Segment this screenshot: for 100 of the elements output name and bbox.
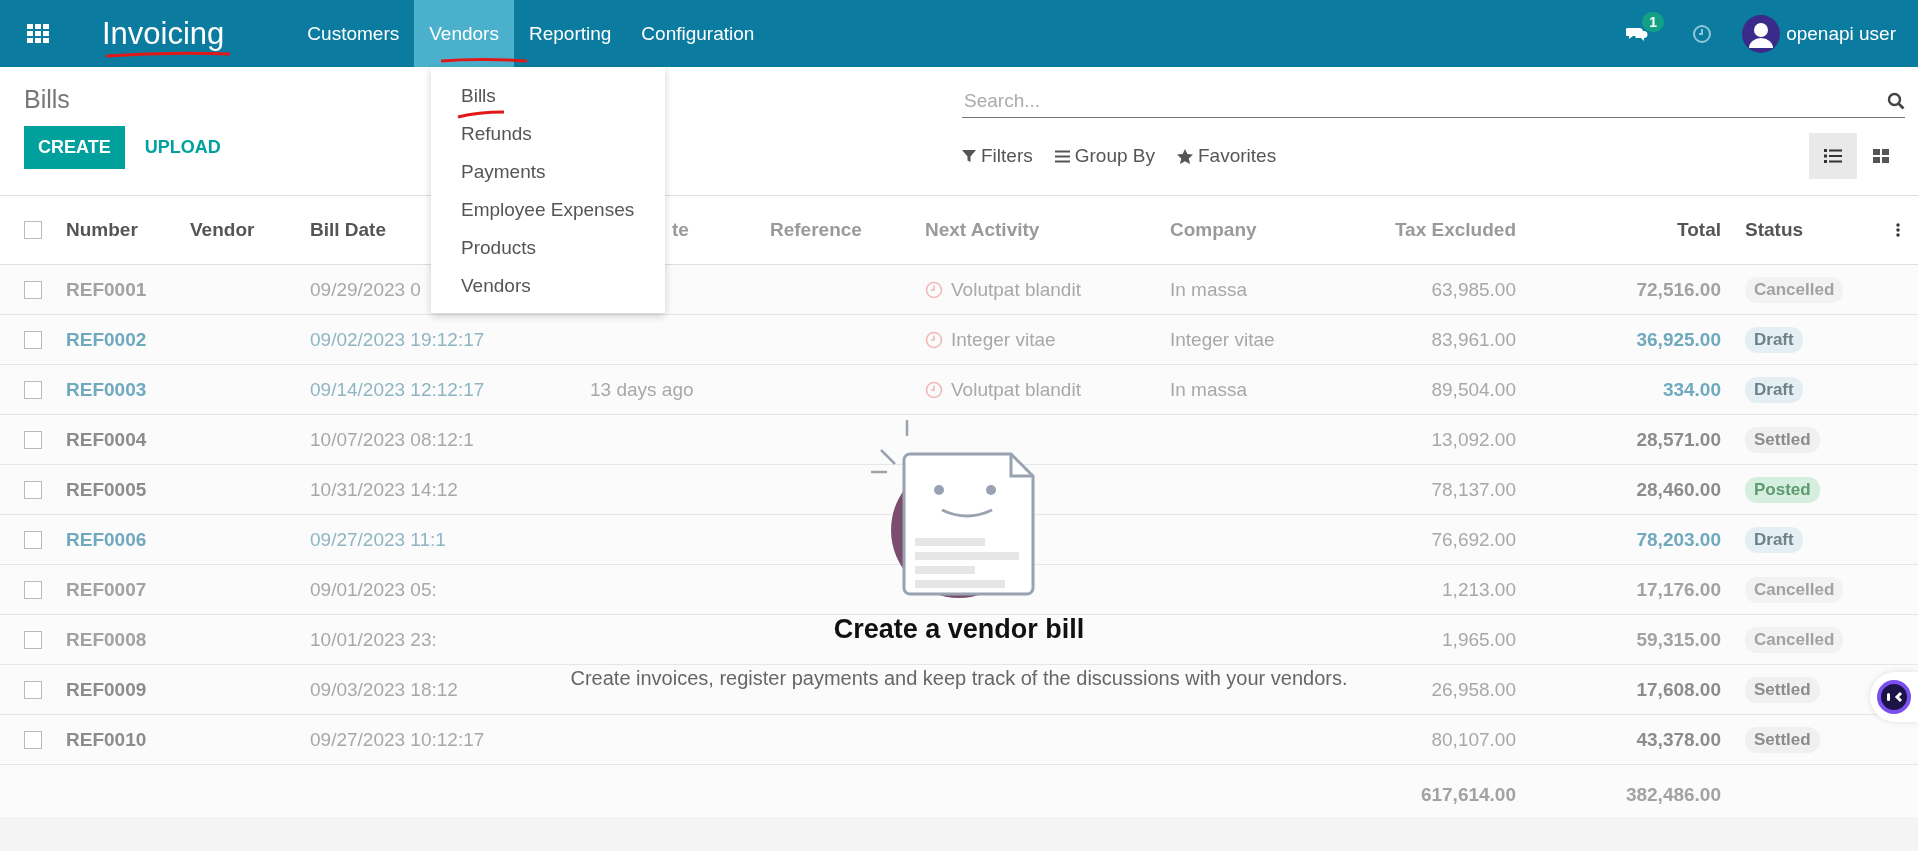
list-icon xyxy=(1824,149,1842,163)
table-cell: REF0007 xyxy=(66,578,147,601)
row-checkbox[interactable] xyxy=(24,380,42,399)
menu-item[interactable]: Customers xyxy=(292,0,415,67)
grid-icon xyxy=(1873,149,1889,163)
row-checkbox[interactable] xyxy=(24,480,42,499)
filter-button[interactable]: Filters xyxy=(962,145,1033,167)
search-icon[interactable] xyxy=(1887,92,1905,110)
table-cell: 617,614.00 xyxy=(1420,784,1516,806)
table-cell: 26,958.00 xyxy=(1431,678,1516,701)
table-cell: 17,176.00 xyxy=(1636,578,1721,601)
funnel-icon xyxy=(962,149,976,163)
table-cell: REF0001 xyxy=(66,278,147,301)
more-options-icon[interactable] xyxy=(1896,223,1900,237)
table-cell: REF0004 xyxy=(66,428,147,451)
column-header[interactable]: Total xyxy=(1528,219,1733,241)
table-cell: 13,092.00 xyxy=(1431,428,1516,451)
status-badge: Posted xyxy=(1745,476,1820,503)
table-cell: 382,486.00 xyxy=(1625,784,1721,806)
empty-state-text: Create invoices, register payments and keep track of the discussions with your vendors. xyxy=(570,667,1348,690)
status-badge: Settled xyxy=(1745,726,1820,753)
table-cell: 09/01/2023 05: xyxy=(310,578,437,601)
table-cell: 09/27/2023 10:12:17 xyxy=(310,728,485,751)
status-badge: Draft xyxy=(1745,376,1803,403)
table-cell: 63,985.00 xyxy=(1431,278,1516,301)
list-view-button[interactable] xyxy=(1809,133,1857,179)
table-cell: 10/31/2023 14:12 xyxy=(310,478,458,501)
table-cell: Volutpat blandit xyxy=(951,278,1081,301)
status-badge: Settled xyxy=(1745,426,1820,453)
table-cell: REF0002 xyxy=(66,328,147,351)
table-cell: 78,203.00 xyxy=(1636,528,1721,551)
table-cell: 59,315.00 xyxy=(1636,628,1721,651)
table-cell: Integer vitae xyxy=(951,328,1056,351)
search-field[interactable]: Search... xyxy=(962,85,1887,117)
status-badge: Cancelled xyxy=(1745,626,1844,653)
annotation-underline xyxy=(455,110,507,120)
dropdown-item[interactable]: Vendors xyxy=(431,267,665,305)
table-cell: 13 days ago xyxy=(590,378,694,401)
menu-item[interactable]: Configuration xyxy=(626,0,770,67)
row-checkbox[interactable] xyxy=(24,280,42,299)
column-header[interactable]: Status xyxy=(1733,219,1878,241)
table-cell: 334.00 xyxy=(1662,378,1721,401)
menu-item[interactable]: Reporting xyxy=(513,0,627,67)
table-cell: REF0009 xyxy=(66,678,147,701)
table-cell: REF0006 xyxy=(66,528,147,551)
dropdown-item[interactable]: Products xyxy=(431,229,665,267)
table-cell: 28,571.00 xyxy=(1636,428,1721,451)
table-cell: REF0003 xyxy=(66,378,147,401)
table-cell: 10/07/2023 08:12:1 xyxy=(310,428,474,451)
row-checkbox[interactable] xyxy=(24,580,42,599)
table-cell: 76,692.00 xyxy=(1431,528,1516,551)
filter-button[interactable]: Group By xyxy=(1054,145,1155,167)
table-cell: 78,137.00 xyxy=(1431,478,1516,501)
dropdown-item[interactable]: Refunds xyxy=(431,115,665,153)
table-cell: 09/27/2023 11:1 xyxy=(310,528,446,551)
table-cell: 80,107.00 xyxy=(1431,728,1516,751)
clock-icon[interactable] xyxy=(925,330,943,349)
row-checkbox[interactable] xyxy=(24,430,42,449)
page-title: Bills xyxy=(24,85,71,114)
column-header[interactable]: Number xyxy=(54,219,178,241)
row-checkbox[interactable] xyxy=(24,680,42,699)
table-cell: Integer vitae xyxy=(1170,328,1275,351)
table-cell: 09/03/2023 18:12 xyxy=(310,678,458,701)
table-cell: In massa xyxy=(1170,378,1248,401)
status-badge: Draft xyxy=(1745,326,1803,353)
dropdown-item[interactable]: Bills xyxy=(431,77,665,115)
table-cell: 43,378.00 xyxy=(1636,728,1721,751)
table-cell: 1,965.00 xyxy=(1442,628,1516,651)
status-badge: Cancelled xyxy=(1745,576,1844,603)
table-cell: 17,608.00 xyxy=(1636,678,1721,701)
row-checkbox[interactable] xyxy=(24,330,42,349)
clock-icon[interactable] xyxy=(925,280,943,299)
clock-icon[interactable] xyxy=(925,380,943,399)
avatar-icon xyxy=(1742,14,1781,53)
table-cell: REF0010 xyxy=(66,728,147,751)
menu-icon xyxy=(1054,149,1070,163)
empty-state-title: Create a vendor bill xyxy=(833,614,1085,645)
table-cell: 09/14/2023 12:12:17 xyxy=(310,378,485,401)
table-cell: 89,504.00 xyxy=(1431,378,1516,401)
table-cell: In massa xyxy=(1170,278,1248,301)
dropdown-item[interactable]: Employee Expenses xyxy=(431,191,665,229)
status-badge: Draft xyxy=(1745,526,1803,553)
table-cell: 36,925.00 xyxy=(1636,328,1721,351)
message-count: 1 xyxy=(1642,11,1664,32)
table-cell: 72,516.00 xyxy=(1636,278,1721,301)
star-icon xyxy=(1177,148,1193,164)
table-cell: Volutpat blandit xyxy=(951,378,1081,401)
row-checkbox[interactable] xyxy=(24,530,42,549)
filter-button[interactable]: Favorites xyxy=(1177,145,1277,167)
table-cell: 09/02/2023 19:12:17 xyxy=(310,328,485,351)
status-badge: Cancelled xyxy=(1745,276,1844,303)
dropdown-item[interactable]: Payments xyxy=(431,153,665,191)
user-menu[interactable]: openapi user xyxy=(1742,14,1896,53)
row-checkbox[interactable] xyxy=(24,630,42,649)
app-name: Invoicing xyxy=(102,15,225,52)
row-checkbox[interactable] xyxy=(24,730,42,749)
column-header[interactable]: Vendor xyxy=(178,219,298,241)
table-cell: REF0005 xyxy=(66,478,147,501)
select-all-checkbox[interactable] xyxy=(24,221,42,239)
clock-icon[interactable] xyxy=(1692,23,1713,44)
